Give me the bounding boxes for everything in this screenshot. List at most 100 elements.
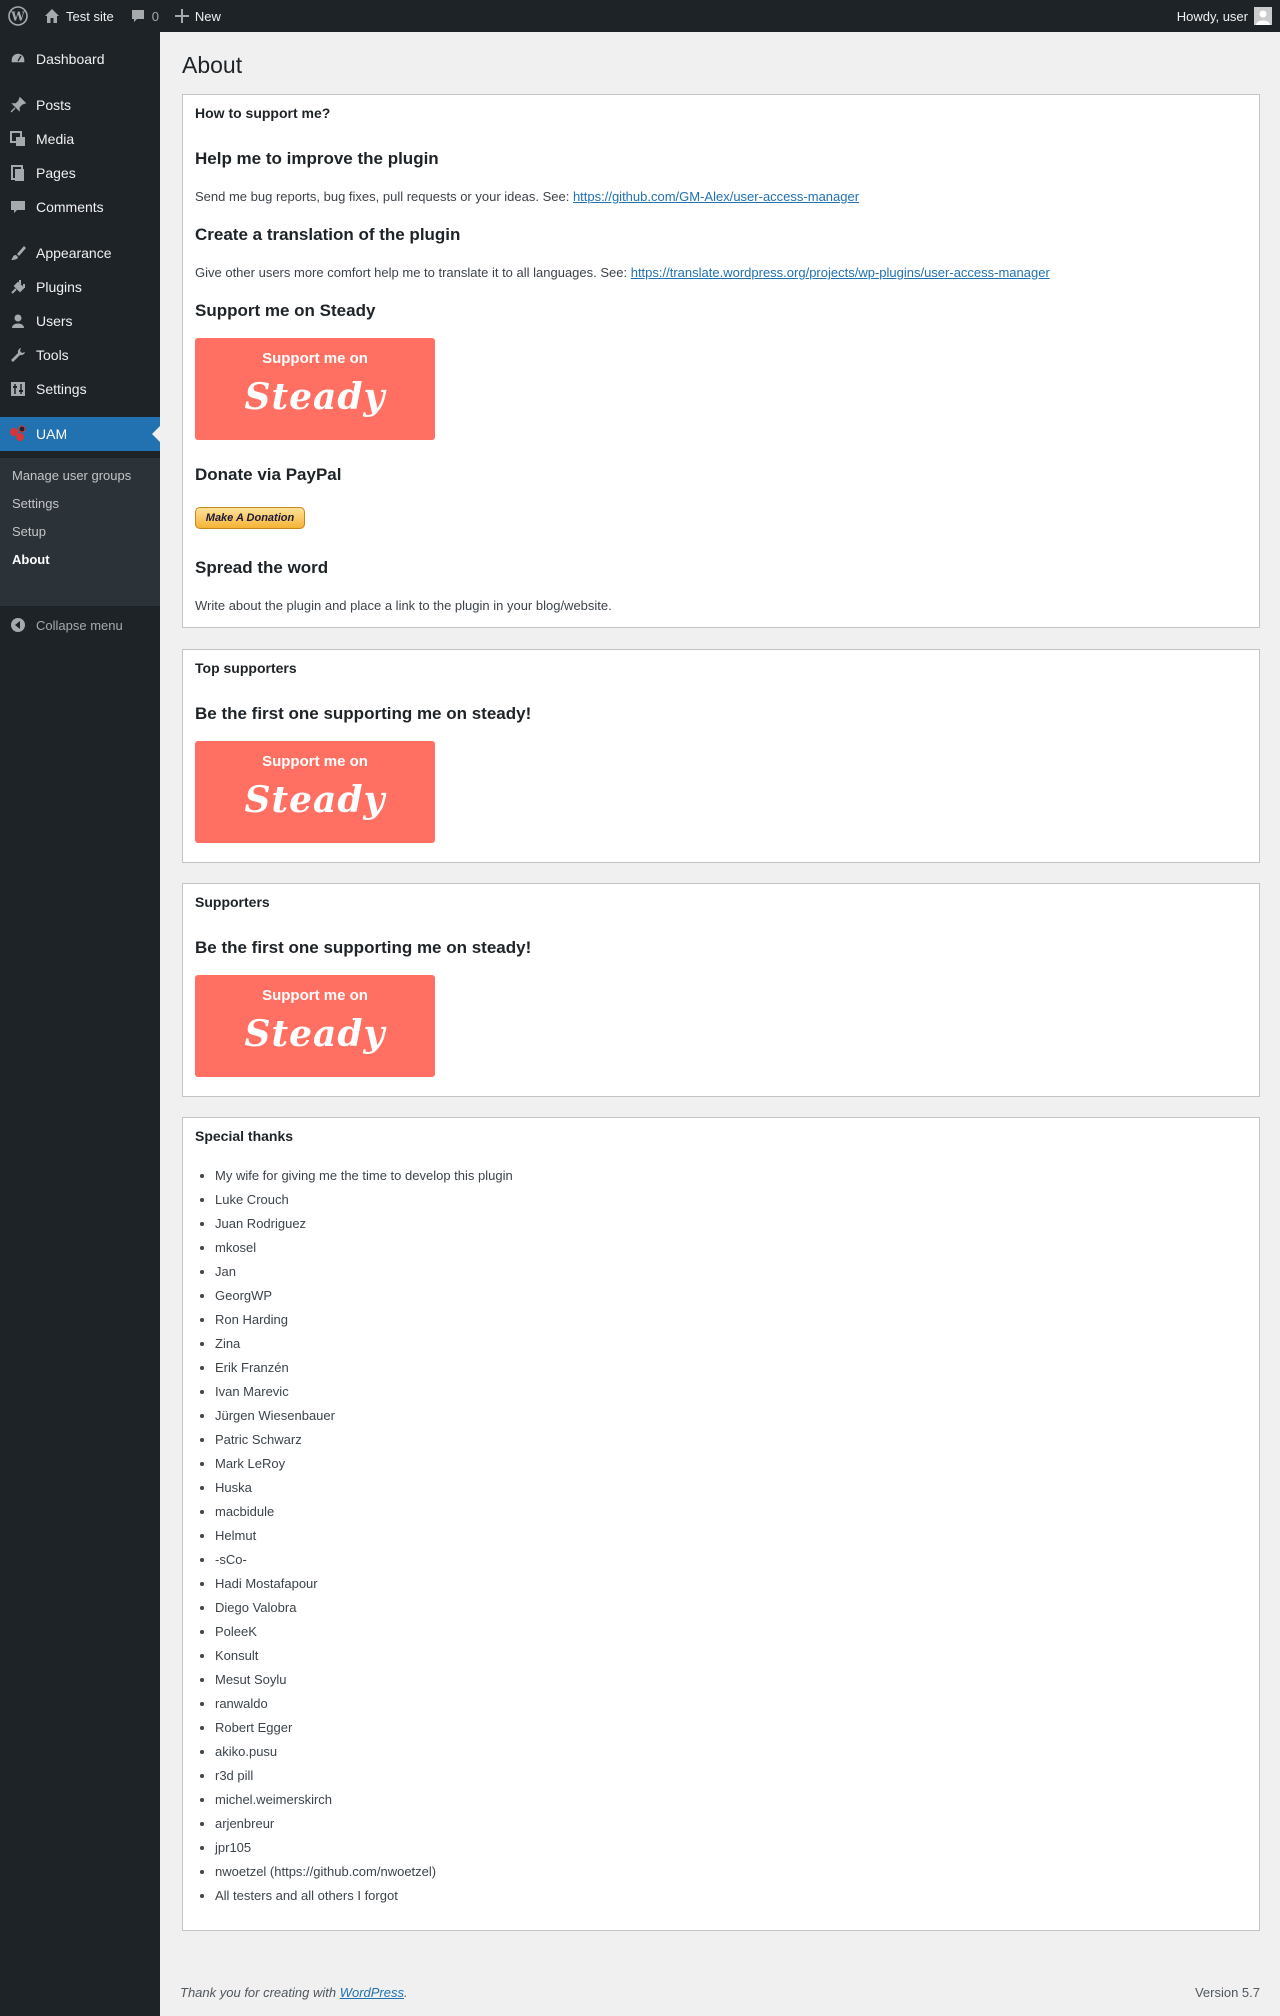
steady-heading: Support me on Steady	[195, 301, 376, 320]
uam-icon	[0, 424, 36, 444]
submenu-setup[interactable]: Setup	[12, 524, 46, 539]
menu-item-pages[interactable]: Pages	[0, 156, 160, 190]
steady-logo-text: Steady	[244, 779, 386, 821]
top-supporters-heading: Be the first one supporting me on steady…	[195, 704, 532, 723]
list-item: Zina	[215, 1332, 513, 1356]
list-item: nwoetzel (https://github.com/nwoetzel)	[215, 1860, 513, 1884]
menu-item-appearance[interactable]: Appearance	[0, 236, 160, 270]
list-item: arjenbreur	[215, 1812, 513, 1836]
list-item: Konsult	[215, 1644, 513, 1668]
dashboard-icon	[0, 50, 36, 68]
my-account-link[interactable]: Howdy, user	[1169, 0, 1280, 32]
steady-support-button[interactable]: Support me on Steady	[195, 338, 435, 440]
menu-item-settings[interactable]: Settings	[0, 372, 160, 406]
menu-item-media[interactable]: Media	[0, 122, 160, 156]
pages-icon	[0, 164, 36, 182]
footer-thanks: Thank you for creating with WordPress.	[180, 1985, 408, 2000]
admin-sidebar: Dashboard Posts Media Pages Comments App…	[0, 32, 160, 2016]
list-item: macbidule	[215, 1500, 513, 1524]
supporters-box: Supporters Be the first one supporting m…	[182, 883, 1260, 1097]
new-content-link[interactable]: New	[167, 0, 229, 32]
list-item: mkosel	[215, 1236, 513, 1260]
submenu-about[interactable]: About	[12, 552, 50, 567]
menu-item-tools[interactable]: Tools	[0, 338, 160, 372]
list-item: Juan Rodriguez	[215, 1212, 513, 1236]
list-item: Mesut Soylu	[215, 1668, 513, 1692]
translate-text: Give other users more comfort help me to…	[195, 265, 1050, 280]
steady-logo-text: Steady	[244, 376, 386, 418]
menu-item-posts[interactable]: Posts	[0, 88, 160, 122]
page-title: About	[182, 52, 243, 78]
list-item: Huska	[215, 1476, 513, 1500]
paypal-donate-button[interactable]: Make A Donation	[195, 507, 305, 529]
media-icon	[0, 130, 36, 148]
list-item: Diego Valobra	[215, 1596, 513, 1620]
paypal-heading: Donate via PayPal	[195, 465, 342, 484]
list-item: Jürgen Wiesenbauer	[215, 1404, 513, 1428]
spread-text: Write about the plugin and place a link …	[195, 598, 612, 613]
steady-support-button[interactable]: Support me on Steady	[195, 975, 435, 1077]
thanks-list: My wife for giving me the time to develo…	[215, 1164, 513, 1908]
list-item: michel.weimerskirch	[215, 1788, 513, 1812]
site-name-link[interactable]: Test site	[36, 0, 122, 32]
new-label: New	[194, 8, 221, 24]
menu-label: Posts	[36, 97, 72, 113]
comments-link[interactable]: 0	[122, 0, 167, 32]
pin-icon	[0, 96, 36, 114]
menu-label: Users	[36, 313, 73, 329]
menu-item-plugins[interactable]: Plugins	[0, 270, 160, 304]
menu-label: Appearance	[36, 245, 112, 261]
github-link[interactable]: https://github.com/GM-Alex/user-access-m…	[573, 189, 859, 204]
uam-submenu: Manage user groups Settings Setup About	[0, 458, 160, 606]
menu-item-comments[interactable]: Comments	[0, 190, 160, 224]
plugin-icon	[0, 278, 36, 296]
translate-link[interactable]: https://translate.wordpress.org/projects…	[631, 265, 1050, 280]
spread-heading: Spread the word	[195, 558, 329, 577]
list-item: jpr105	[215, 1836, 513, 1860]
steady-button-caption: Support me on	[262, 753, 368, 770]
admin-bar: W Test site 0 New Howdy, user	[0, 0, 1280, 32]
brush-icon	[0, 244, 36, 262]
list-item: ranwaldo	[215, 1692, 513, 1716]
menu-label: Settings	[36, 381, 87, 397]
collapse-arrow-icon	[0, 617, 36, 633]
collapse-label: Collapse menu	[36, 617, 123, 633]
list-item: Patric Schwarz	[215, 1428, 513, 1452]
svg-text:W: W	[10, 10, 25, 24]
menu-label: Pages	[36, 165, 76, 181]
list-item: Robert Egger	[215, 1716, 513, 1740]
list-item: Mark LeRoy	[215, 1452, 513, 1476]
list-item: Luke Crouch	[215, 1188, 513, 1212]
special-thanks-box: Special thanks My wife for giving me the…	[182, 1117, 1260, 1931]
improve-text: Send me bug reports, bug fixes, pull req…	[195, 189, 860, 204]
list-item: Ron Harding	[215, 1308, 513, 1332]
list-item: GeorgWP	[215, 1284, 513, 1308]
postbox-title: Special thanks	[195, 1128, 294, 1144]
menu-item-uam[interactable]: UAM	[0, 417, 160, 451]
list-item: Erik Franzén	[215, 1356, 513, 1380]
menu-label: Dashboard	[36, 51, 105, 67]
submenu-manage-user-groups[interactable]: Manage user groups	[12, 468, 131, 483]
list-item: Jan	[215, 1260, 513, 1284]
wordpress-link[interactable]: WordPress	[340, 1985, 404, 2000]
menu-item-dashboard[interactable]: Dashboard	[0, 42, 160, 76]
menu-item-users[interactable]: Users	[0, 304, 160, 338]
steady-support-button[interactable]: Support me on Steady	[195, 741, 435, 843]
user-icon	[0, 312, 36, 330]
list-item: -sCo-	[215, 1548, 513, 1572]
footer: Thank you for creating with WordPress. V…	[180, 1985, 1260, 2000]
list-item: Ivan Marevic	[215, 1380, 513, 1404]
supporters-heading: Be the first one supporting me on steady…	[195, 938, 532, 957]
wordpress-logo-icon[interactable]: W	[0, 0, 36, 32]
list-item: r3d pill	[215, 1764, 513, 1788]
submenu-settings[interactable]: Settings	[12, 496, 59, 511]
postbox-title: How to support me?	[195, 105, 331, 121]
menu-label: UAM	[36, 426, 68, 442]
settings-icon	[0, 380, 36, 398]
collapse-menu-button[interactable]: Collapse menu	[0, 614, 160, 636]
footer-version: Version 5.7	[1194, 1985, 1260, 2000]
list-item: Hadi Mostafapour	[215, 1572, 513, 1596]
postbox-title: Supporters	[195, 894, 270, 910]
steady-button-caption: Support me on	[262, 350, 368, 367]
comment-bubble-icon	[130, 8, 146, 24]
